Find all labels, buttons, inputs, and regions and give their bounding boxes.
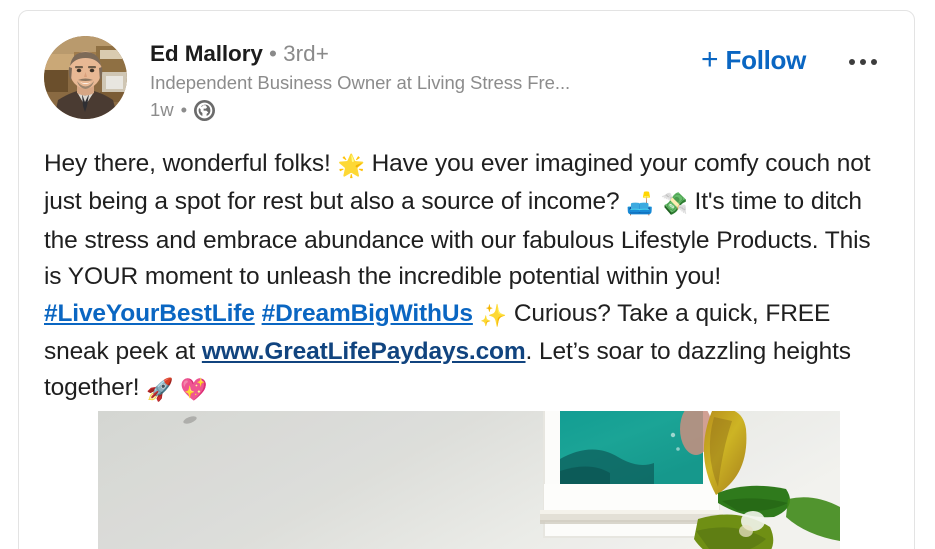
ellipsis-dot [849,59,855,65]
avatar[interactable] [44,36,127,119]
post-meta: 1w • [150,97,710,123]
post-hashtag[interactable]: #LiveYourBestLife [44,300,255,327]
ellipsis-dot [860,59,866,65]
ellipsis-icon[interactable] [841,49,885,75]
post-hashtag[interactable]: #DreamBigWithUs [262,300,473,327]
post-image[interactable] [98,411,840,549]
glowing-star-emoji: 🌟 [337,153,365,178]
post-text: Hey there, wonderful folks! 🌟 Have you e… [44,146,884,409]
post-card: Ed Mallory • 3rd+ Independent Business O… [18,10,915,549]
follow-button-label: Follow [725,45,807,75]
post-header: Ed Mallory • 3rd+ Independent Business O… [19,11,914,133]
author-name[interactable]: Ed Mallory [150,41,263,66]
post-text-run: Hey there, wonderful folks! [44,150,338,177]
rocket-emoji: 🚀 [146,377,174,403]
plus-icon: + [701,43,719,76]
money-with-wings-emoji: 💸 [660,191,688,217]
post-timestamp: 1w [150,99,174,120]
ellipsis-dot [871,59,877,65]
post-text-run [473,300,480,327]
post-text-run [173,374,180,401]
author-line: Ed Mallory • 3rd+ [150,39,710,68]
connection-degree: 3rd+ [283,41,329,66]
post-text-run [255,300,262,327]
sparkles-emoji: ✨ [479,302,507,328]
author-headline: Independent Business Owner at Living Str… [150,72,571,93]
couch-and-lamp-emoji: 🛋️ [626,191,654,217]
follow-button[interactable]: + Follow [695,41,812,79]
post-text-run [654,188,661,215]
meta-separator: • [180,99,188,120]
linkedin-post-screenshot: Ed Mallory • 3rd+ Independent Business O… [0,0,935,549]
degree-separator: • [262,41,284,66]
sparkling-heart-emoji: 💖 [180,377,208,403]
post-link[interactable]: www.GreatLifePaydays.com [202,338,526,365]
author-block: Ed Mallory • 3rd+ Independent Business O… [150,39,710,123]
globe-icon [194,99,216,121]
